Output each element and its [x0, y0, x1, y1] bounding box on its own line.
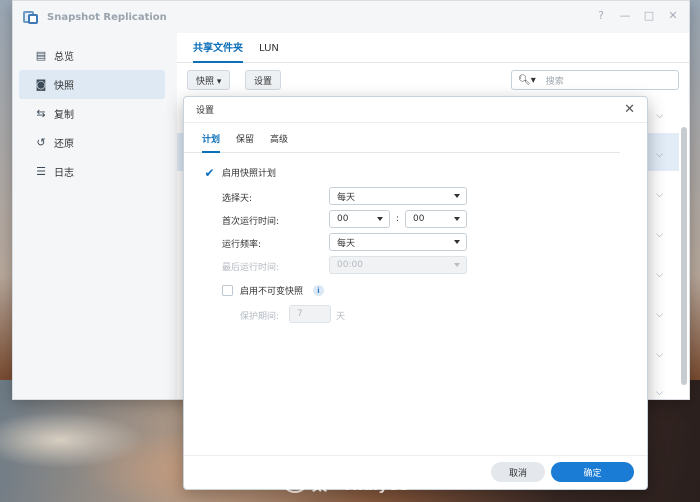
- weibo-logo-icon: [284, 476, 306, 493]
- frequency-label: 运行频率:: [222, 240, 262, 250]
- tab-lun[interactable]: LUN: [257, 43, 287, 62]
- chevron-down-icon[interactable]: ⌵: [656, 310, 663, 320]
- app-title: Snapshot Replication: [47, 11, 167, 23]
- protection-period-value: 7: [297, 309, 303, 319]
- settings-button[interactable]: 设置: [245, 70, 282, 90]
- immutable-snapshot-row[interactable]: 启用不可变快照: [222, 284, 303, 297]
- sidebar-item-overview[interactable]: ▤ 总览: [19, 41, 165, 70]
- protection-period-unit: 天: [336, 312, 346, 322]
- sidebar-item-snapshots[interactable]: ◙ 快照: [19, 70, 165, 99]
- maximize-icon[interactable]: □: [643, 9, 655, 23]
- protection-period-input: 7: [289, 305, 331, 323]
- first-run-hour-dropdown[interactable]: 00: [329, 210, 390, 228]
- tab-advanced[interactable]: 高级: [270, 132, 288, 152]
- ok-button[interactable]: 确定: [551, 462, 634, 482]
- select-day-value: 每天: [337, 192, 356, 203]
- dialog-footer: 取消 确定: [184, 455, 647, 489]
- frequency-value: 每天: [337, 238, 356, 249]
- snapshot-menu-button[interactable]: 快照 ▾: [187, 70, 231, 90]
- settings-dialog: 设置 ✕ 计划 保留 高级 ✔ 启用快照计划 选择天: 每天 首次运行时间: 0…: [183, 96, 648, 490]
- last-run-time-dropdown: 00:00: [329, 256, 467, 274]
- sidebar-item-label: 快照: [54, 81, 74, 92]
- close-icon[interactable]: ✕: [624, 102, 635, 117]
- dropdown-arrow-icon: [377, 217, 383, 221]
- camera-icon: ◙: [35, 78, 47, 91]
- sidebar-item-replication[interactable]: ⇆ 复制: [19, 99, 165, 128]
- enable-schedule-checkbox[interactable]: ✔: [204, 166, 215, 180]
- overview-icon: ▤: [35, 49, 47, 62]
- sidebar-item-label: 复制: [54, 110, 74, 121]
- first-run-time-label: 首次运行时间:: [222, 217, 280, 227]
- first-run-minute-value: 00: [413, 214, 425, 224]
- sidebar-item-label: 总览: [54, 52, 74, 63]
- first-run-minute-dropdown[interactable]: 00: [405, 210, 467, 228]
- immutable-snapshot-checkbox[interactable]: [222, 285, 233, 296]
- frequency-dropdown[interactable]: 每天: [329, 233, 467, 251]
- window-controls: ? — □ ✕: [595, 9, 679, 23]
- title-bar: Snapshot Replication ? — □ ✕: [13, 1, 689, 33]
- info-icon[interactable]: i: [313, 285, 324, 296]
- tab-schedule[interactable]: 计划: [202, 132, 221, 153]
- chevron-down-icon[interactable]: ⌵: [656, 230, 663, 240]
- dropdown-arrow-icon: [454, 240, 460, 244]
- sidebar: ▤ 总览 ◙ 快照 ⇆ 复制 ↺ 还原 ☰ 日志: [13, 33, 177, 399]
- chevron-down-icon[interactable]: ⌵: [656, 350, 663, 360]
- time-separator: :: [396, 214, 400, 224]
- first-run-hour-value: 00: [337, 214, 349, 224]
- sidebar-item-log[interactable]: ☰ 日志: [19, 157, 165, 186]
- enable-schedule-row[interactable]: ✔ 启用快照计划: [204, 166, 277, 180]
- protection-period-label: 保护期间:: [240, 312, 280, 322]
- watermark: 太一Thalyee: [284, 474, 408, 495]
- replication-icon: ⇆: [36, 107, 46, 120]
- sidebar-item-restore[interactable]: ↺ 还原: [19, 128, 165, 157]
- dialog-title-bar: 设置 ✕: [184, 97, 647, 123]
- dialog-tabs: 计划 保留 高级: [184, 132, 620, 153]
- chevron-down-icon[interactable]: ⌵: [656, 190, 663, 200]
- dropdown-arrow-icon: [454, 263, 460, 267]
- cancel-button[interactable]: 取消: [491, 462, 545, 482]
- chevron-down-icon[interactable]: ⌵: [656, 270, 663, 280]
- enable-schedule-label: 启用快照计划: [222, 169, 277, 179]
- toolbar: 快照 ▾ 设置 🔍︎▾ 搜索: [187, 70, 679, 92]
- minimize-icon[interactable]: —: [619, 9, 631, 23]
- chevron-down-icon[interactable]: ⌵: [656, 150, 663, 160]
- sidebar-item-label: 日志: [54, 168, 74, 179]
- sidebar-item-label: 还原: [54, 139, 74, 150]
- watermark-text: 太一Thalyee: [312, 476, 409, 494]
- close-window-icon[interactable]: ✕: [667, 9, 679, 23]
- help-icon[interactable]: ?: [595, 9, 607, 23]
- chevron-down-icon[interactable]: ⌵: [656, 111, 663, 121]
- search-placeholder: 搜索: [545, 76, 564, 87]
- select-day-label: 选择天:: [222, 194, 253, 204]
- log-icon: ☰: [36, 165, 46, 178]
- select-day-dropdown[interactable]: 每天: [329, 187, 467, 205]
- snapshot-replication-app-icon: [23, 9, 39, 25]
- immutable-snapshot-label: 启用不可变快照: [240, 287, 304, 297]
- dropdown-arrow-icon: [454, 194, 460, 198]
- chevron-down-icon[interactable]: ⌵: [656, 388, 663, 398]
- search-icon: 🔍︎▾: [518, 74, 536, 86]
- tab-shared-folders[interactable]: 共享文件夹: [191, 39, 251, 63]
- dialog-title: 设置: [196, 106, 215, 116]
- main-tabs: 共享文件夹 LUN: [177, 33, 689, 63]
- list-scrollbar[interactable]: [681, 127, 687, 385]
- tab-retention[interactable]: 保留: [236, 132, 254, 152]
- dropdown-arrow-icon: [454, 217, 460, 221]
- last-run-time-value: 00:00: [337, 260, 363, 270]
- restore-icon: ↺: [36, 136, 46, 149]
- last-run-time-label: 最后运行时间:: [222, 263, 280, 273]
- search-input[interactable]: 🔍︎▾ 搜索: [511, 70, 679, 90]
